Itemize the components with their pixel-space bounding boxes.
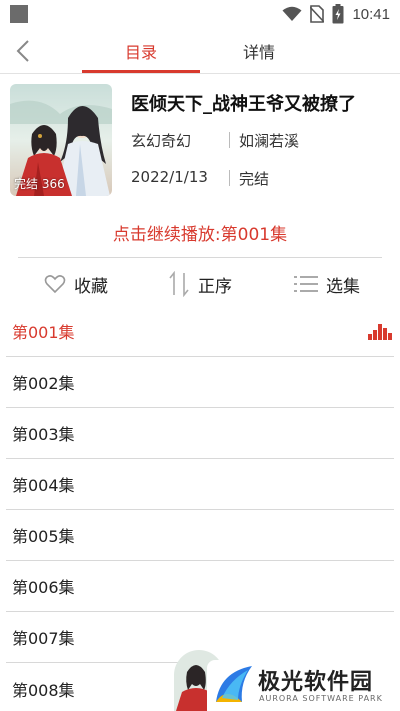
cover-badge: 完结 366 bbox=[14, 177, 65, 191]
tab-details[interactable]: 详情 bbox=[200, 28, 318, 74]
watermark-box: 极光软件园 AURORA SOFTWARE PARK bbox=[207, 660, 400, 711]
sort-button[interactable]: 正序 bbox=[168, 262, 232, 306]
book-author: 如澜若溪 bbox=[239, 132, 300, 150]
meta-divider bbox=[229, 132, 230, 148]
episode-label: 第002集 bbox=[12, 374, 75, 393]
select-episode-label: 选集 bbox=[326, 276, 360, 297]
watermark-name: 极光软件园 bbox=[258, 670, 374, 695]
episode-item[interactable]: 第006集 bbox=[6, 561, 394, 612]
watermark: 极光软件园 AURORA SOFTWARE PARK bbox=[172, 650, 400, 711]
square-notification-icon bbox=[10, 5, 28, 23]
no-sim-icon bbox=[310, 5, 325, 23]
book-status: 完结 bbox=[239, 170, 270, 188]
book-title: 医倾天下_战神王爷又被撩了 bbox=[131, 94, 356, 115]
list-icon bbox=[294, 276, 318, 292]
tab-catalog[interactable]: 目录 bbox=[82, 28, 200, 74]
book-genre: 玄幻奇幻 bbox=[131, 132, 192, 150]
episode-label: 第004集 bbox=[12, 476, 75, 495]
episode-label: 第008集 bbox=[12, 680, 75, 700]
heart-outline-icon bbox=[44, 275, 66, 294]
episode-label: 第005集 bbox=[12, 527, 75, 546]
episode-item[interactable]: 第001集 bbox=[6, 306, 394, 357]
sort-arrows-icon bbox=[169, 271, 189, 297]
favorite-label: 收藏 bbox=[74, 276, 108, 297]
aurora-logo-icon bbox=[216, 666, 252, 702]
battery-charging-icon bbox=[332, 4, 344, 24]
episode-item[interactable]: 第005集 bbox=[6, 510, 394, 561]
divider bbox=[18, 257, 382, 258]
episode-label: 第007集 bbox=[12, 629, 75, 648]
episode-item[interactable]: 第003集 bbox=[6, 408, 394, 459]
episode-item[interactable]: 第002集 bbox=[6, 357, 394, 408]
episode-label: 第003集 bbox=[12, 425, 75, 444]
status-icons: 10:41 bbox=[282, 4, 390, 24]
sort-label: 正序 bbox=[198, 276, 232, 297]
meta-divider bbox=[229, 170, 230, 186]
chevron-left-icon bbox=[16, 40, 29, 62]
header: 目录 详情 bbox=[0, 28, 400, 74]
active-tab-indicator bbox=[82, 70, 200, 73]
select-episode-button[interactable]: 选集 bbox=[294, 262, 360, 306]
action-row: 收藏 正序 选集 bbox=[0, 262, 400, 306]
status-time: 10:41 bbox=[352, 5, 390, 23]
watermark-subtitle: AURORA SOFTWARE PARK bbox=[259, 694, 383, 703]
wifi-icon bbox=[282, 6, 302, 21]
back-button[interactable] bbox=[8, 36, 38, 66]
episode-label: 第006集 bbox=[12, 578, 75, 597]
book-date: 2022/1/13 bbox=[131, 168, 208, 186]
episode-item[interactable]: 第004集 bbox=[6, 459, 394, 510]
book-cover[interactable]: 完结 366 bbox=[10, 84, 112, 196]
continue-play-button[interactable]: 点击继续播放:第001集 bbox=[0, 220, 400, 245]
playing-bars-icon bbox=[368, 324, 392, 340]
favorite-button[interactable]: 收藏 bbox=[44, 262, 108, 306]
status-bar: 10:41 bbox=[0, 0, 400, 28]
episode-label: 第001集 bbox=[12, 323, 75, 342]
